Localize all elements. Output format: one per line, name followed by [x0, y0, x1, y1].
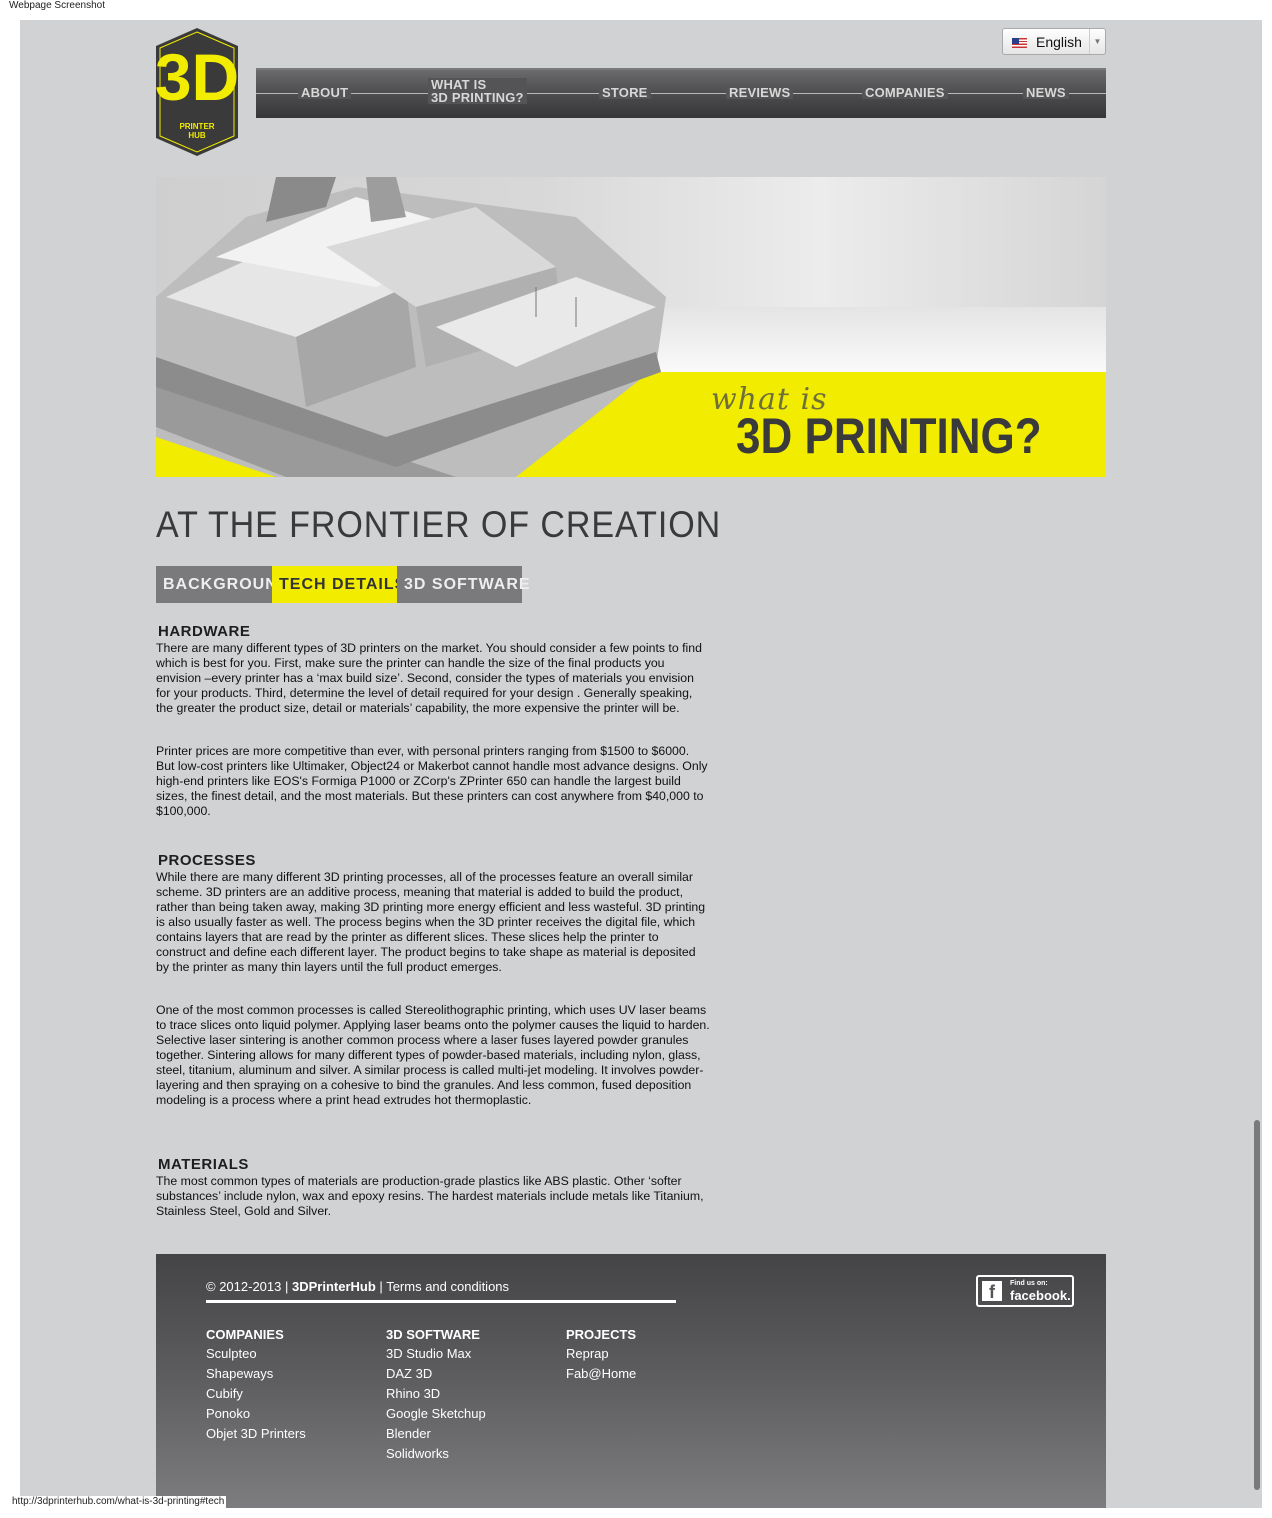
facebook-small-text: Find us on: — [1010, 1280, 1048, 1287]
site-footer: © 2012-2013 | 3DPrinterHub | Terms and c… — [156, 1254, 1106, 1508]
footer-link[interactable]: Shapeways — [206, 1366, 306, 1382]
footer-link[interactable]: Ponoko — [206, 1406, 306, 1422]
footer-link[interactable]: Reprap — [566, 1346, 636, 1362]
footer-link[interactable]: Google Sketchup — [386, 1406, 486, 1422]
language-select[interactable]: English ▼ — [1002, 28, 1106, 55]
banner-heading: 3D PRINTING? — [736, 408, 1042, 464]
footer-link[interactable]: 3D Studio Max — [386, 1346, 486, 1362]
hero-banner: what is 3D PRINTING? — [156, 177, 1106, 477]
footer-link[interactable]: Cubify — [206, 1386, 306, 1402]
footer-column-projects: PROJECTS Reprap Fab@Home — [566, 1327, 636, 1386]
site-logo[interactable]: 3D PRINTER HUB — [156, 28, 238, 156]
chevron-down-icon[interactable]: ▼ — [1089, 29, 1105, 54]
nav-item-reviews[interactable]: REVIEWS — [726, 86, 794, 99]
logo-text: 3D — [156, 40, 238, 114]
browser-viewport: 3D PRINTER HUB English ▼ ABOUT WHAT IS 3… — [20, 20, 1262, 1508]
footer-link[interactable]: Blender — [386, 1426, 486, 1442]
vertical-scrollbar[interactable] — [1252, 20, 1262, 1508]
nav-item-label-line2: 3D PRINTING? — [431, 90, 524, 105]
hardware-paragraph-2: Printer prices are more competitive than… — [156, 744, 708, 818]
footer-link[interactable]: Sculpteo — [206, 1346, 306, 1362]
status-url: http://3dprinterhub.com/what-is-3d-print… — [10, 1496, 227, 1508]
nav-divider-line — [256, 93, 1106, 94]
materials-heading: MATERIALS — [158, 1156, 249, 1173]
copyright-line: © 2012-2013 | 3DPrinterHub | Terms and c… — [206, 1279, 509, 1294]
footer-link[interactable]: Rhino 3D — [386, 1386, 486, 1402]
nav-item-what-is-3d-printing[interactable]: WHAT IS 3D PRINTING? — [428, 78, 527, 104]
hardware-paragraph-1: There are many different types of 3D pri… — [156, 641, 702, 715]
logo-line1: PRINTER — [179, 122, 214, 131]
footer-column-heading: PROJECTS — [566, 1327, 637, 1342]
language-label: English — [1036, 34, 1082, 50]
processes-heading: PROCESSES — [158, 852, 256, 869]
tab-tech-details[interactable]: TECH DETAILS — [272, 566, 405, 603]
footer-brand-link[interactable]: 3DPrinterHub — [292, 1279, 376, 1294]
window-title: Webpage Screenshot — [0, 0, 1272, 20]
nav-item-news[interactable]: NEWS — [1023, 86, 1069, 99]
nav-item-companies[interactable]: COMPANIES — [862, 86, 948, 99]
facebook-icon: f — [982, 1281, 1002, 1302]
footer-link[interactable]: Fab@Home — [566, 1366, 636, 1382]
footer-link[interactable]: Objet 3D Printers — [206, 1426, 306, 1442]
copyright-separator: | — [379, 1279, 383, 1294]
facebook-button[interactable]: f Find us on: facebook. — [976, 1275, 1074, 1307]
us-flag-icon — [1012, 38, 1027, 48]
terms-link[interactable]: Terms and conditions — [386, 1279, 509, 1294]
logo-line2: HUB — [188, 131, 206, 140]
copyright-text: © 2012-2013 | — [206, 1279, 289, 1294]
tab-background[interactable]: BACKGROUND — [156, 566, 289, 603]
footer-divider — [206, 1300, 676, 1303]
tab-bar: BACKGROUND TECH DETAILS 3D SOFTWARE — [156, 566, 530, 603]
tab-3d-software[interactable]: 3D SOFTWARE — [397, 566, 530, 603]
status-bar: http://3dprinterhub.com/what-is-3d-print… — [0, 1496, 1272, 1518]
hardware-heading: HARDWARE — [158, 623, 251, 640]
nav-item-store[interactable]: STORE — [599, 86, 651, 99]
footer-link[interactable]: DAZ 3D — [386, 1366, 486, 1382]
processes-paragraph-2: One of the most common processes is call… — [156, 1003, 710, 1107]
materials-paragraph-1: The most common types of materials are p… — [156, 1174, 704, 1218]
nav-item-about[interactable]: ABOUT — [298, 86, 352, 99]
processes-paragraph-1: While there are many different 3D printi… — [156, 870, 706, 974]
footer-column-companies: COMPANIES Sculpteo Shapeways Cubify Pono… — [206, 1327, 306, 1446]
scrollbar-thumb[interactable] — [1254, 1120, 1260, 1490]
footer-column-3d-software: 3D SOFTWARE 3D Studio Max DAZ 3D Rhino 3… — [386, 1327, 486, 1466]
footer-column-heading: COMPANIES — [206, 1327, 284, 1342]
facebook-big-text: facebook. — [1010, 1288, 1071, 1303]
footer-column-heading: 3D SOFTWARE — [386, 1327, 480, 1342]
main-nav: ABOUT WHAT IS 3D PRINTING? STORE REVIEWS… — [256, 68, 1106, 118]
footer-link[interactable]: Solidworks — [386, 1446, 486, 1462]
page-title: AT THE FRONTIER OF CREATION — [156, 504, 722, 545]
